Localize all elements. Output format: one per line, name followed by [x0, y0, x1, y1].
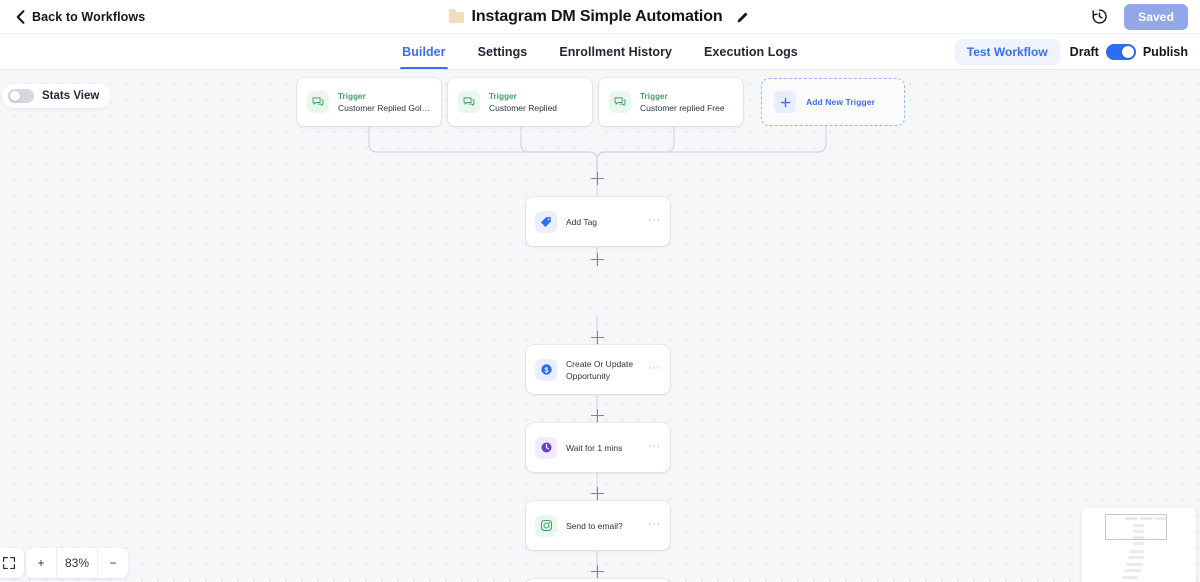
zoom-controls: + 83% −	[26, 548, 128, 578]
workflow-node-create-or-update-opportunity[interactable]: $ Create Or Update Opportunity ···	[526, 345, 670, 394]
toggle-knob	[10, 91, 20, 101]
workflow-title-group: Instagram DM Simple Automation	[0, 0, 1200, 34]
add-new-trigger-label: Add New Trigger	[806, 97, 876, 107]
clock-icon	[535, 436, 557, 459]
trigger-card-text: Trigger Customer replied Free	[640, 91, 725, 114]
minimap-node	[1133, 542, 1144, 545]
minimap-viewport[interactable]	[1105, 514, 1167, 540]
workflow-canvas[interactable]: Stats View Trigger Customer Replied Gold…	[0, 70, 1200, 582]
add-step-handle[interactable]	[591, 409, 604, 422]
header-actions: Saved	[1089, 3, 1188, 30]
trigger-name-label: Customer Replied	[489, 102, 558, 113]
folder-icon	[448, 9, 464, 23]
chevron-left-icon	[16, 9, 25, 24]
trigger-name-label: Customer replied Free	[640, 102, 725, 113]
tab-builder[interactable]: Builder	[400, 34, 449, 69]
trigger-card[interactable]: Trigger Customer Replied GoldMine	[297, 78, 441, 126]
zoom-in-button[interactable]: +	[26, 548, 56, 578]
tab-enrollment-history[interactable]: Enrollment History	[557, 34, 674, 69]
dollar-circle-icon: $	[535, 358, 557, 381]
trigger-card-text: Trigger Customer Replied GoldMine	[338, 91, 431, 114]
workflow-node-wait-1-mins[interactable]: Wait for 1 mins ···	[526, 423, 670, 472]
add-step-handle[interactable]	[591, 565, 604, 578]
minimap-node	[1122, 576, 1138, 579]
pencil-icon[interactable]	[734, 9, 751, 26]
add-step-handle[interactable]	[591, 172, 604, 185]
workflow-builder-app: Back to Workflows Instagram DM Simple Au…	[0, 0, 1200, 582]
tab-execution-logs[interactable]: Execution Logs	[702, 34, 800, 69]
tabbar-actions: Test Workflow Draft Publish	[954, 34, 1188, 69]
minimap[interactable]	[1082, 508, 1196, 582]
chat-bubble-icon	[307, 91, 329, 113]
trigger-kind-label: Trigger	[489, 91, 517, 101]
history-clock-icon[interactable]	[1089, 6, 1110, 27]
add-step-handle[interactable]	[591, 487, 604, 500]
add-step-handle[interactable]	[591, 331, 604, 344]
tab-bar: Builder Settings Enrollment History Exec…	[0, 34, 1200, 70]
minimap-node	[1124, 569, 1141, 572]
stats-view-toggle[interactable]	[8, 89, 34, 103]
node-label: Send to email?	[566, 520, 623, 531]
trigger-card[interactable]: Trigger Customer replied Free	[599, 78, 743, 126]
publish-toggle[interactable]	[1105, 43, 1136, 60]
zoom-out-button[interactable]: −	[98, 548, 128, 578]
svg-text:$: $	[544, 367, 548, 374]
minimap-node	[1130, 550, 1144, 553]
node-menu-icon[interactable]: ···	[648, 441, 661, 453]
toggle-knob	[1121, 45, 1134, 58]
stats-view-label: Stats View	[42, 90, 100, 102]
trigger-card[interactable]: Trigger Customer Replied	[448, 78, 592, 126]
publish-toggle-group: Draft Publish	[1069, 43, 1188, 60]
chat-bubble-icon	[609, 91, 631, 113]
publish-label: Publish	[1142, 44, 1188, 59]
minimap-node	[1126, 563, 1143, 566]
tag-icon	[535, 210, 557, 233]
trigger-row: Trigger Customer Replied GoldMine Trigge…	[297, 78, 905, 126]
add-step-handle[interactable]	[591, 253, 604, 266]
test-workflow-button[interactable]: Test Workflow	[954, 38, 1060, 65]
node-menu-icon[interactable]: ···	[648, 363, 661, 375]
instagram-icon	[535, 514, 557, 537]
workflow-node-send-to-email[interactable]: Send to email? ···	[526, 501, 670, 550]
trigger-kind-label: Trigger	[640, 91, 668, 101]
stats-view-toggle-pill[interactable]: Stats View	[2, 84, 112, 108]
back-to-workflows-link[interactable]: Back to Workflows	[12, 8, 149, 26]
trigger-kind-label: Trigger	[338, 91, 366, 101]
node-label: Create Or Update Opportunity	[566, 358, 634, 381]
save-button[interactable]: Saved	[1124, 3, 1188, 30]
node-label: Wait for 1 mins	[566, 442, 623, 453]
workflow-node-add-tag[interactable]: Add Tag ···	[526, 197, 670, 246]
node-menu-icon[interactable]: ···	[648, 519, 661, 531]
back-to-workflows-label: Back to Workflows	[32, 9, 146, 24]
add-new-trigger-button[interactable]: Add New Trigger	[761, 78, 905, 126]
plus-icon	[774, 91, 796, 113]
node-label: Add Tag	[566, 216, 598, 227]
trigger-name-label: Customer Replied GoldMine	[338, 102, 431, 113]
tab-settings[interactable]: Settings	[476, 34, 530, 69]
page-title: Instagram DM Simple Automation	[471, 8, 723, 25]
top-header-bar: Back to Workflows Instagram DM Simple Au…	[0, 0, 1200, 34]
draft-label: Draft	[1069, 44, 1099, 59]
trigger-card-text: Trigger Customer Replied	[489, 91, 557, 114]
fit-screen-icon[interactable]	[0, 548, 24, 578]
node-menu-icon[interactable]: ···	[648, 215, 661, 227]
minimap-node	[1128, 556, 1144, 559]
chat-bubble-icon	[458, 91, 480, 113]
zoom-level-label: 83%	[56, 548, 98, 578]
